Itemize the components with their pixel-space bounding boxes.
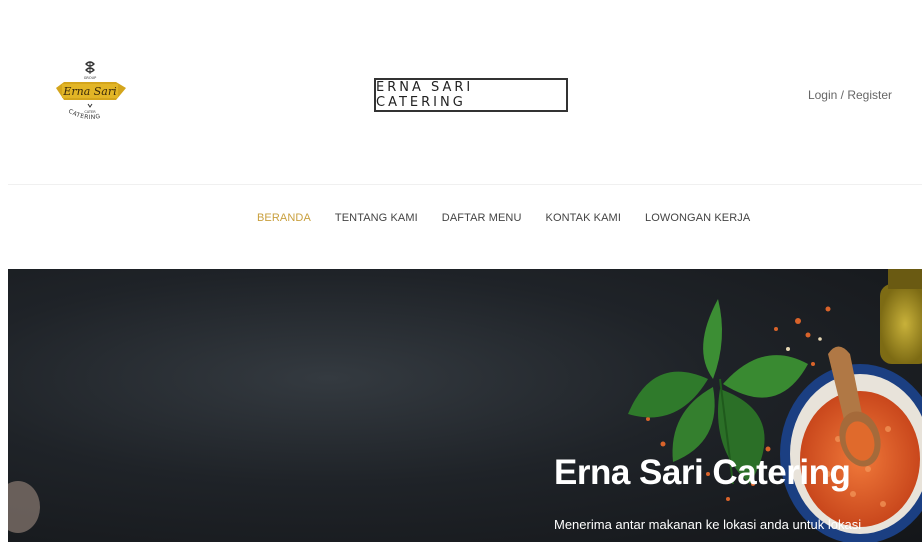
nav-item-tentang-kami[interactable]: TENTANG KAMI (335, 208, 418, 226)
logo-group-text: GROUP (84, 76, 97, 80)
site-logo[interactable]: GROUP Erna Sari CATER CATERING (52, 60, 132, 130)
logo-small-text: CATER (84, 110, 96, 114)
erna-sari-catering-logo-icon: GROUP Erna Sari CATER CATERING (56, 61, 126, 121)
hero-banner: Erna Sari Catering Menerima antar makana… (8, 269, 922, 542)
hero-subtitle: Menerima antar makanan ke lokasi anda un… (554, 517, 862, 532)
nav-item-kontak-kami[interactable]: KONTAK KAMI (546, 208, 621, 226)
site-header: GROUP Erna Sari CATER CATERING ERNA SARI… (8, 8, 922, 184)
login-register-link[interactable]: Login / Register (808, 88, 892, 102)
page: GROUP Erna Sari CATER CATERING ERNA SARI… (8, 8, 922, 542)
hero-food-image (8, 269, 922, 542)
nav-item-daftar-menu[interactable]: DAFTAR MENU (442, 208, 522, 226)
nav-link-tentang-kami[interactable]: TENTANG KAMI (335, 212, 418, 224)
logo-script-text: Erna Sari (62, 85, 116, 98)
nav-link-lowongan-kerja[interactable]: LOWONGAN KERJA (645, 212, 750, 224)
hero-title: Erna Sari Catering (554, 453, 851, 492)
garlic-shape (8, 481, 40, 533)
site-title: ERNA SARI CATERING (374, 78, 568, 112)
nav-item-beranda[interactable]: BERANDA (257, 208, 311, 226)
main-nav: BERANDA TENTANG KAMI DAFTAR MENU KONTAK … (8, 185, 922, 269)
nav-item-lowongan-kerja[interactable]: LOWONGAN KERJA (645, 208, 750, 226)
nav-link-kontak-kami[interactable]: KONTAK KAMI (546, 212, 621, 224)
nav-link-daftar-menu[interactable]: DAFTAR MENU (442, 212, 522, 224)
oil-bottle (880, 284, 922, 364)
nav-link-beranda[interactable]: BERANDA (257, 212, 311, 224)
